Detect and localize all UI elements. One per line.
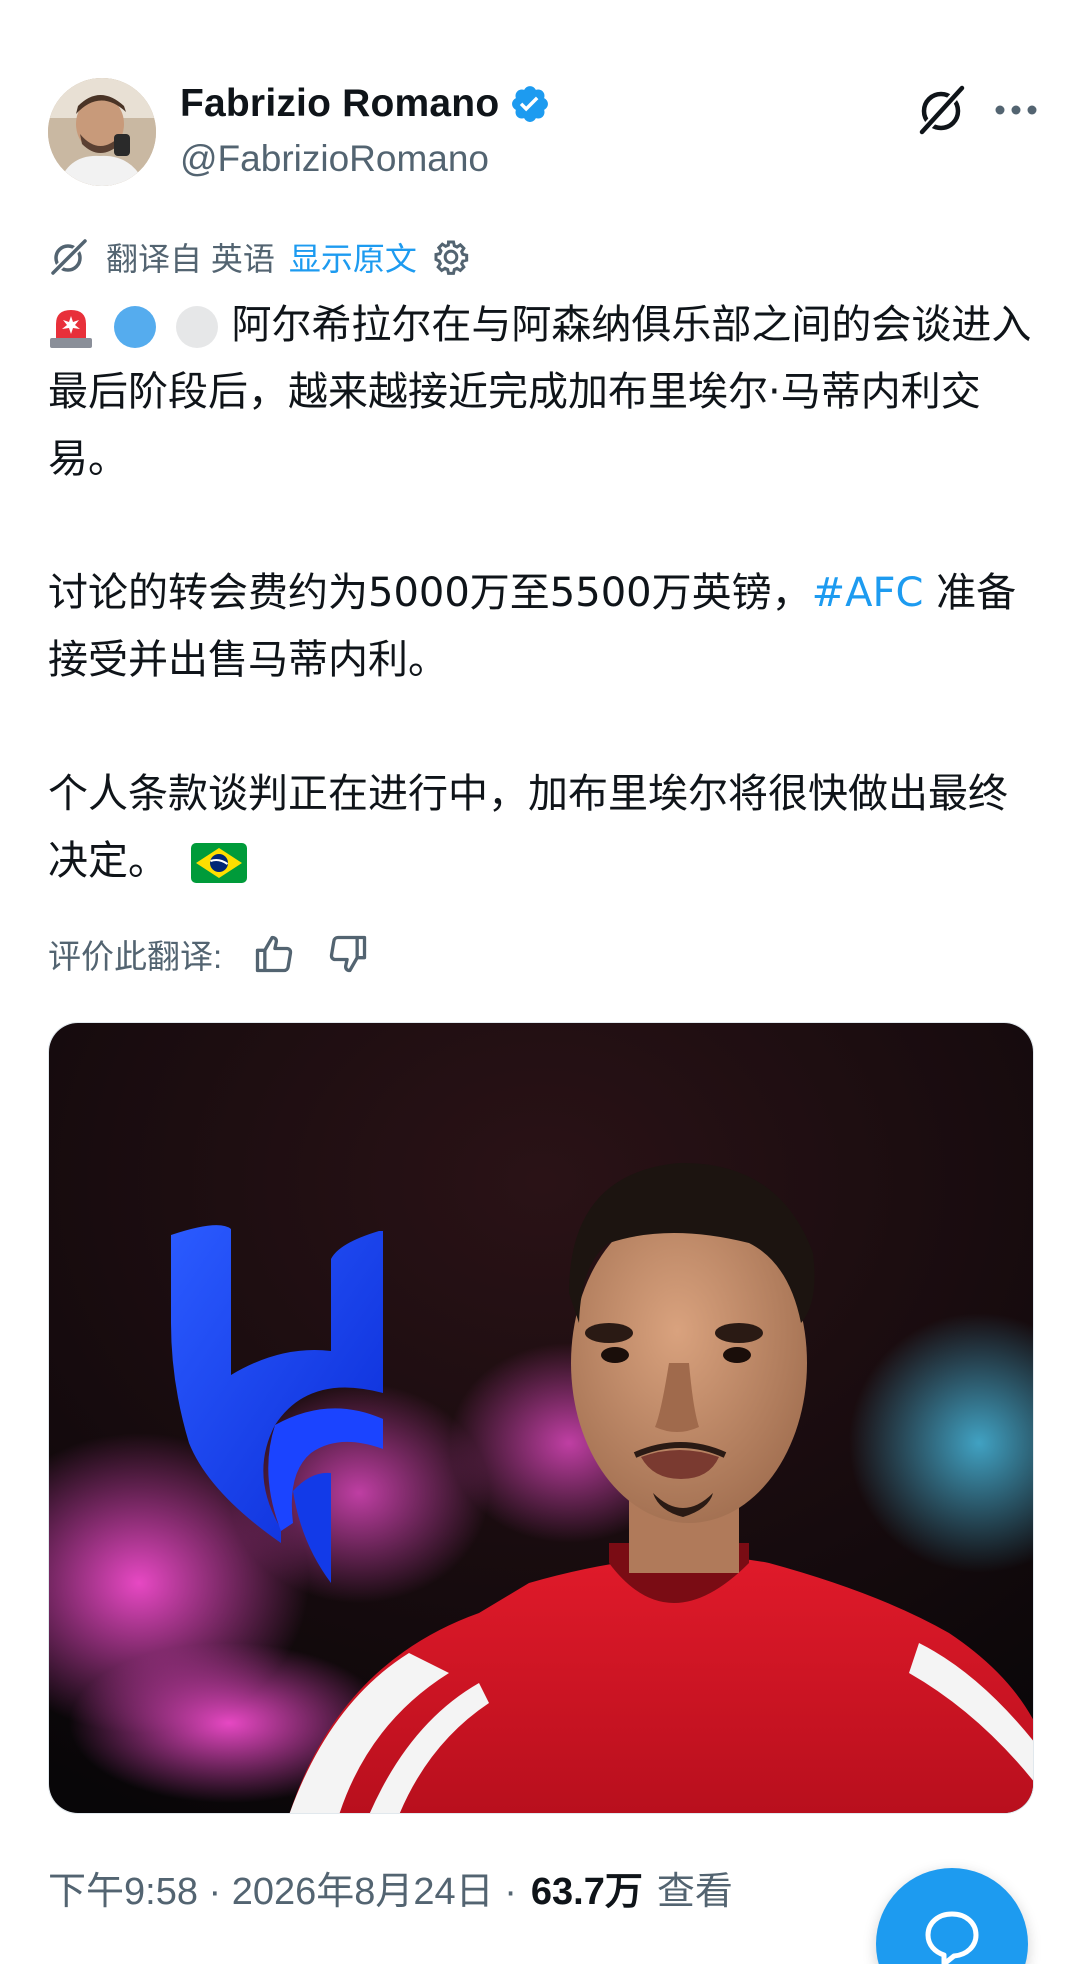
author-handle[interactable]: @FabrizioRomano	[180, 138, 489, 180]
tweet-body: 阿尔希拉尔在与阿森纳俱乐部之间的会谈进入最后阶段后，越来越接近完成加布里埃尔·马…	[48, 292, 1038, 895]
rate-translation-bar: 评价此翻译:	[48, 924, 370, 984]
blue-circle-emoji-icon	[113, 306, 156, 348]
author-name-row: Fabrizio Romano	[180, 82, 551, 126]
thumbs-down-icon[interactable]	[326, 932, 370, 976]
siren-emoji-icon	[50, 310, 92, 348]
tweet-meta: 下午9:58 · 2026年8月24日 · 63.7万 查看	[48, 1860, 733, 1915]
show-original-link[interactable]: 显示原文	[289, 234, 417, 280]
tweet-media-image[interactable]	[48, 1022, 1034, 1814]
translated-from-label: 翻译自 英语	[106, 241, 275, 277]
hashtag-link[interactable]: #AFC	[812, 570, 924, 616]
grok-icon[interactable]	[914, 82, 970, 138]
thumbs-up-icon[interactable]	[252, 932, 296, 976]
reply-bubble-icon	[925, 1911, 979, 1964]
white-circle-emoji-icon	[176, 306, 219, 348]
rate-translation-label: 评价此翻译:	[48, 938, 223, 975]
tweet-paragraph-2: 讨论的转会费约为5000万至5500万英镑，#AFC 准备接受并出售马蒂内利。	[48, 560, 1038, 694]
author-name[interactable]: Fabrizio Romano	[180, 82, 499, 126]
tweet-timestamp[interactable]: 下午9:58 · 2026年8月24日 ·	[48, 1860, 517, 1915]
view-count: 63.7万	[530, 1871, 643, 1913]
tweet-header: Fabrizio Romano @FabrizioRomano	[48, 78, 1038, 188]
gear-icon[interactable]	[431, 237, 471, 277]
tweet-paragraph-3: 个人条款谈判正在进行中，加布里埃尔将很快做出最终决定。	[48, 761, 1038, 895]
translate-icon	[51, 239, 87, 275]
verified-badge-icon	[512, 86, 549, 122]
reply-fab-button[interactable]	[876, 1868, 1028, 1964]
avatar[interactable]	[48, 78, 156, 186]
translation-bar: 翻译自 英语 显示原文	[48, 232, 471, 282]
brazil-flag-emoji-icon	[190, 843, 247, 883]
tweet-text-2: 讨论的转会费约为5000万至5500万英镑，	[48, 570, 812, 616]
view-count-label: 查看	[656, 1871, 733, 1913]
more-icon[interactable]	[990, 84, 1042, 136]
tweet-paragraph-1: 阿尔希拉尔在与阿森纳俱乐部之间的会谈进入最后阶段后，越来越接近完成加布里埃尔·马…	[48, 292, 1038, 493]
